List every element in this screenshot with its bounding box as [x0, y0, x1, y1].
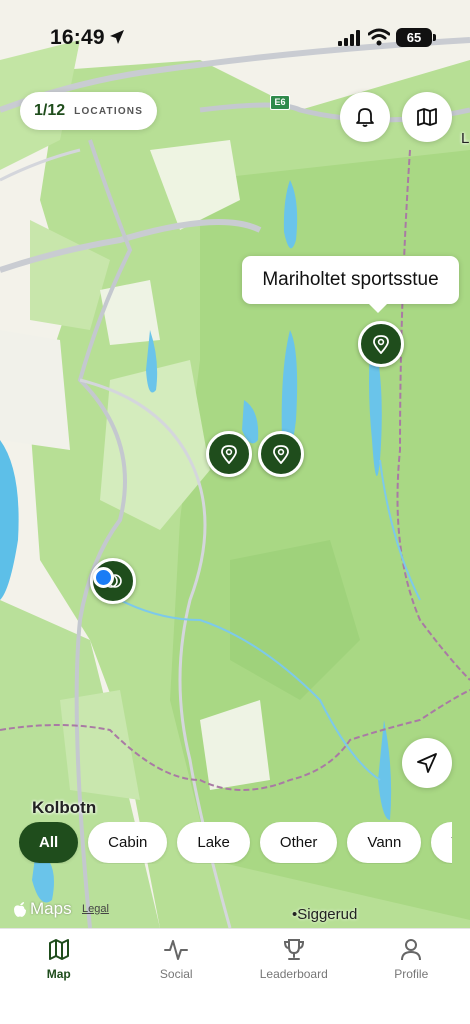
tab-label: Social: [159, 967, 193, 981]
map-label-edge: L: [461, 130, 470, 147]
status-bar: 16:49 65: [0, 22, 470, 56]
filter-chip-other[interactable]: Other: [259, 822, 338, 863]
wifi-icon: [368, 28, 390, 46]
filter-bar[interactable]: AllCabinLakeOtherVann View: [19, 822, 452, 864]
bell-icon: [356, 108, 374, 127]
map-icon: [48, 939, 69, 960]
status-time: 16:49: [50, 26, 105, 49]
tab-leaderboard[interactable]: Leaderboard: [235, 929, 353, 1024]
map-label-kolbotn: Kolbotn: [32, 798, 97, 817]
map-pin-icon: [373, 335, 389, 354]
location-pin[interactable]: [358, 321, 404, 367]
user-icon: [401, 939, 422, 961]
map-label-siggerud-text: Siggerud: [297, 906, 358, 923]
location-callout[interactable]: Mariholtet sportsstue: [242, 256, 459, 313]
map-label-siggerud: •Siggerud: [292, 906, 358, 923]
locations-count: 1/12: [34, 102, 66, 119]
filter-chip-view[interactable]: View: [431, 822, 452, 863]
filter-chip-all[interactable]: All: [19, 822, 79, 863]
locations-label: LOCATIONS: [74, 105, 144, 117]
map-pin-icon: [221, 445, 237, 464]
road-sign-e6: E6: [270, 95, 290, 110]
notifications-button[interactable]: [340, 92, 390, 142]
map-style-button[interactable]: [402, 92, 452, 142]
filter-chip-lake[interactable]: Lake: [177, 822, 250, 863]
tab-map[interactable]: Map: [0, 929, 118, 1024]
tab-bar: Map Social Leaderboard Profile: [0, 928, 470, 1024]
tab-profile[interactable]: Profile: [353, 929, 470, 1024]
locations-counter[interactable]: 1/12 LOCATIONS: [20, 92, 158, 130]
activity-icon: [164, 940, 189, 960]
maps-brand-label: Maps: [30, 899, 72, 918]
apple-logo-icon: [14, 902, 26, 917]
map-icon: [417, 108, 437, 126]
callout-title: Mariholtet sportsstue: [262, 269, 439, 290]
user-location-dot: [93, 567, 114, 588]
tab-social[interactable]: Social: [118, 929, 236, 1024]
apple-maps-attribution: Maps: [12, 899, 72, 919]
tab-label: Leaderboard: [259, 967, 328, 981]
tab-label: Map: [46, 967, 71, 981]
location-arrow-icon: [110, 30, 124, 44]
filter-chip-cabin[interactable]: Cabin: [88, 822, 168, 863]
map-pin-icon: [273, 445, 289, 464]
trophy-icon: [283, 939, 304, 960]
location-pin[interactable]: [258, 431, 304, 477]
locate-me-button[interactable]: [402, 738, 452, 788]
signal-icon: [338, 30, 360, 46]
map-view[interactable]: 16:49 65 1/12 LOCATIONS E6 L Mariholtet …: [0, 0, 470, 928]
filter-chip-vann[interactable]: Vann: [347, 822, 422, 863]
navigation-arrow-icon: [417, 753, 437, 773]
location-pin[interactable]: [206, 431, 252, 477]
legal-link[interactable]: Legal: [82, 903, 109, 915]
tab-label: Profile: [394, 967, 429, 981]
filter-chip-list[interactable]: AllCabinLakeOtherVann View: [19, 822, 452, 863]
battery-indicator: 65: [396, 28, 436, 47]
